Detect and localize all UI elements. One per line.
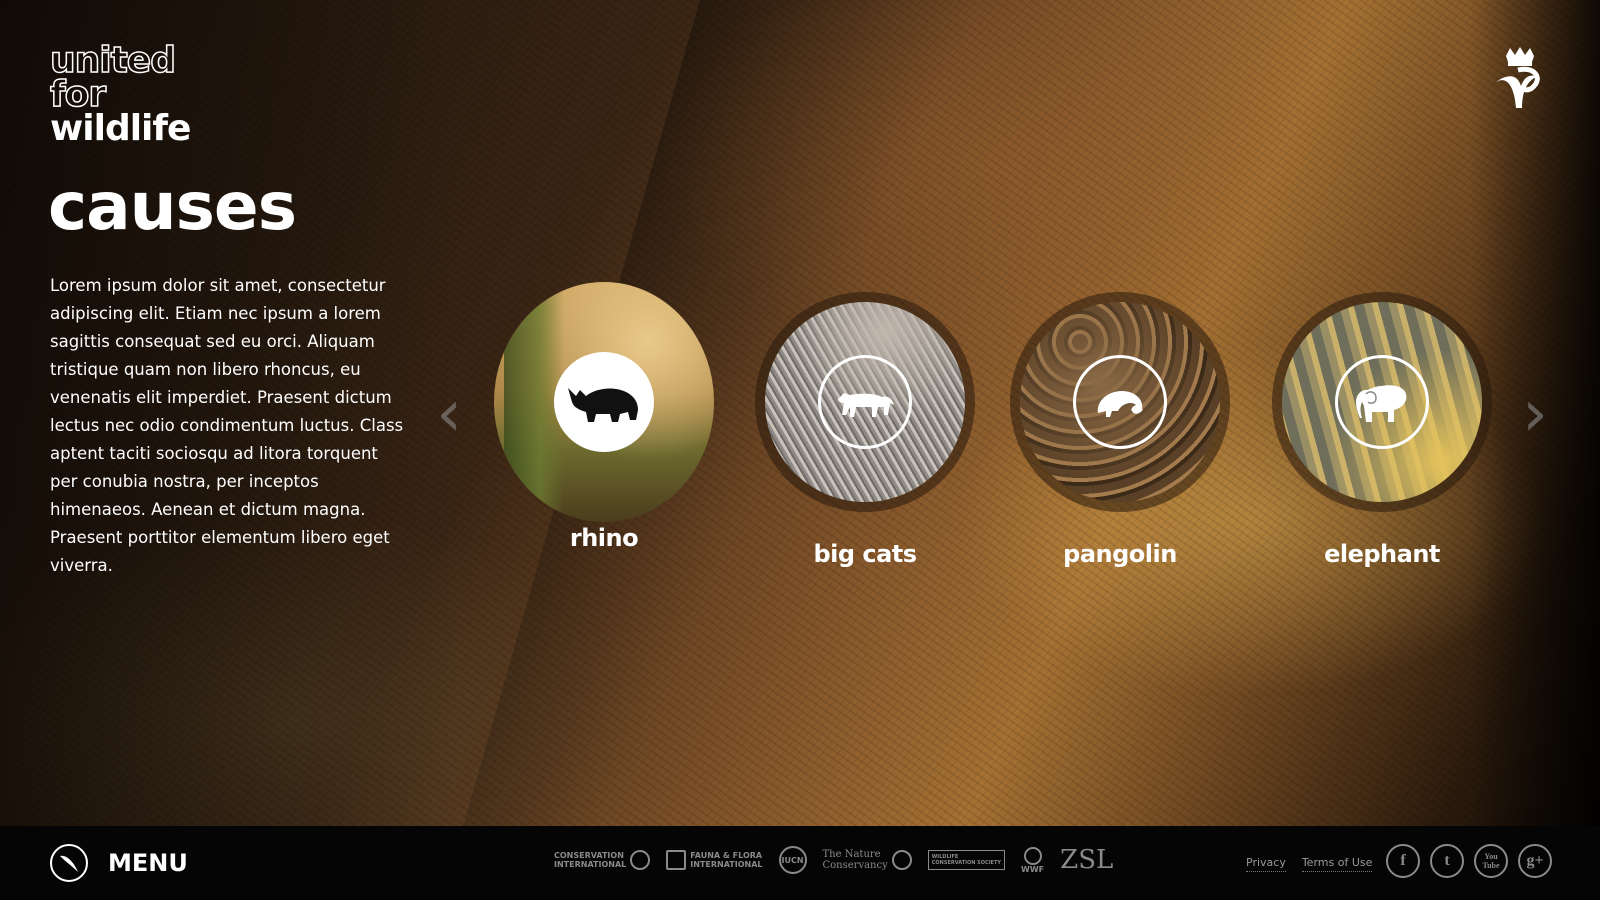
elephant-icon [1335,355,1429,449]
pangolin-icon [1073,355,1167,449]
logo-line-for: for [49,74,107,115]
big-cat-icon [818,355,912,449]
menu-leaf-icon [50,844,88,882]
panda-icon [1023,846,1042,865]
cause-photo-rhino [494,282,714,522]
partner-logo-conservation-international[interactable]: CONSERVATION INTERNATIONAL [554,850,651,870]
partner-logo-wcs[interactable]: WILDLIFE CONSERVATION SOCIETY [927,850,1006,870]
menu-button[interactable]: MENU [50,844,188,882]
facebook-icon[interactable]: f [1386,844,1420,878]
partner-logo-wwf[interactable]: WWF [1021,846,1045,874]
cause-item-rhino[interactable]: rhino [484,282,724,552]
page-title: causes [48,168,297,245]
tnc-logo-icon [891,850,912,870]
partner-logo-fauna-flora[interactable]: FAUNA & FLORA INTERNATIONAL [666,850,763,870]
cause-item-elephant[interactable]: elephant [1262,292,1502,568]
carousel-prev-button[interactable]: ‹ [434,382,464,446]
cause-item-pangolin[interactable]: pangolin [1000,292,1240,568]
menu-label: MENU [108,849,188,877]
partner-name: IUCN [781,855,804,865]
partner-name: WWF [1021,864,1045,874]
ffi-logo-icon [666,850,687,870]
privacy-link[interactable]: Privacy [1246,856,1286,872]
royal-crest-icon[interactable] [1488,46,1552,116]
cause-label: rhino [569,524,639,552]
cause-photo-pangolin [1020,302,1220,502]
terms-link[interactable]: Terms of Use [1301,856,1373,872]
partner-name: FAUNA & FLORA [690,851,763,860]
partner-subname: INTERNATIONAL [554,860,627,869]
logo-line-wildlife: wildlife [50,108,191,149]
google-plus-icon[interactable]: g+ [1518,844,1552,878]
footer-bar: MENU CONSERVATION INTERNATIONAL FAUNA & F… [0,826,1600,900]
carousel-next-button[interactable]: › [1520,382,1550,446]
partner-name: The Nature [822,849,881,860]
site-logo[interactable]: united for wildlife [49,40,191,149]
cause-item-big-cats[interactable]: big cats [745,292,985,568]
partner-logo-zsl[interactable]: ZSL [1060,847,1113,873]
legal-links: Privacy Terms of Use [1246,856,1373,872]
partner-subname: CONSERVATION SOCIETY [931,860,1002,866]
logo-line-united: united [49,40,177,81]
cause-ring [755,292,975,512]
partner-name: ZSL [1060,845,1114,875]
cause-label: pangolin [1063,540,1177,568]
partner-logo-nature-conservancy[interactable]: The Nature Conservancy [823,849,912,871]
twitter-icon[interactable]: t [1430,844,1464,878]
cause-ring [494,282,714,522]
partner-subname: Conservancy [822,860,888,871]
cause-label: big cats [813,540,917,568]
iucn-logo-icon: IUCN [778,846,807,874]
youtube-icon[interactable]: You Tube [1474,844,1508,878]
rhino-icon [554,352,654,452]
cause-ring [1010,292,1230,512]
cause-photo-elephant [1282,302,1482,502]
cause-label: elephant [1324,540,1440,568]
cause-ring [1272,292,1492,512]
partner-subname: INTERNATIONAL [690,860,763,869]
partner-logo-iucn[interactable]: IUCN [778,846,807,874]
partner-logos: CONSERVATION INTERNATIONAL FAUNA & FLORA I… [554,846,1113,874]
ci-logo-icon [630,850,651,870]
intro-text: Lorem ipsum dolor sit amet, consectetur … [50,276,404,575]
social-links: f t You Tube g+ [1386,844,1552,878]
partner-name: CONSERVATION [554,851,624,860]
cause-photo-big-cats [765,302,965,502]
